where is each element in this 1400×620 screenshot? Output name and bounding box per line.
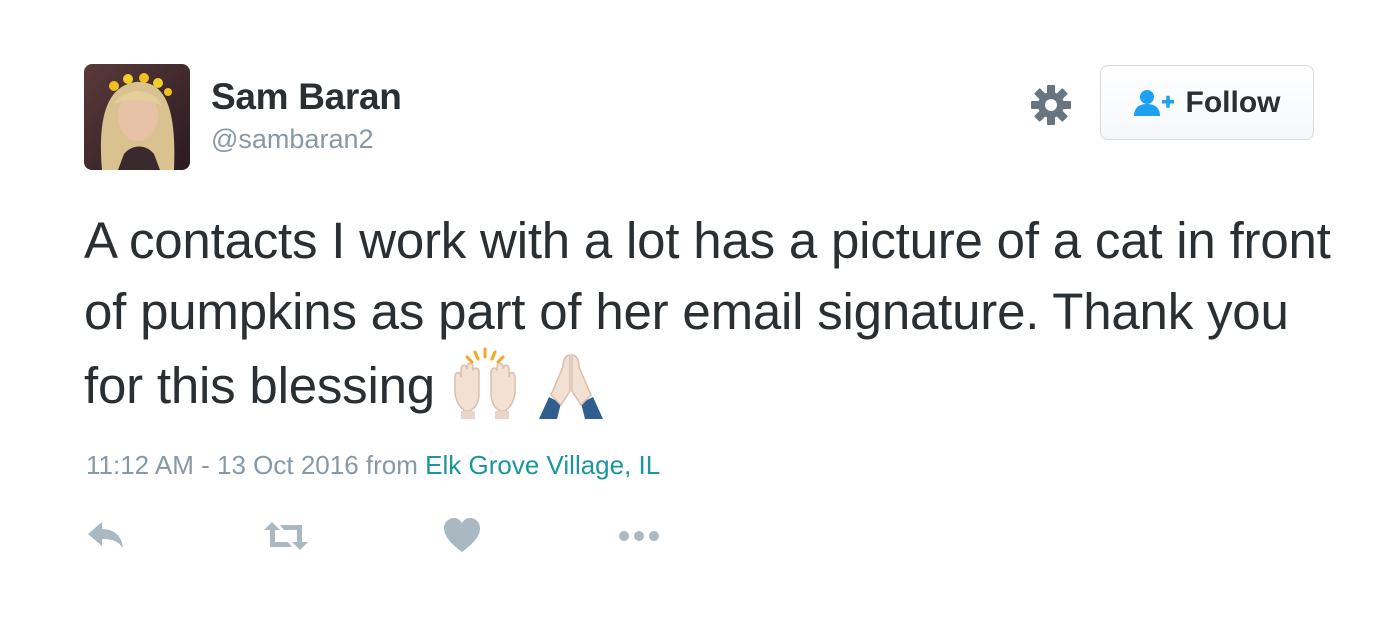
folded-hands-icon (535, 347, 607, 419)
from-label: from (365, 450, 418, 480)
author-name[interactable]: Sam Baran (211, 76, 402, 118)
location-link[interactable]: Elk Grove Village, IL (425, 450, 660, 480)
tweet-body: A contacts I work with a lot has a pictu… (84, 212, 1331, 414)
reply-icon[interactable] (86, 514, 126, 558)
follow-button[interactable]: Follow (1100, 65, 1314, 140)
raising-hands-icon (449, 347, 521, 419)
more-icon[interactable] (616, 514, 662, 558)
author-handle[interactable]: @sambaran2 (211, 124, 374, 155)
avatar-image (84, 64, 190, 170)
tweet-text: A contacts I work with a lot has a pictu… (84, 205, 1334, 421)
gear-icon[interactable] (1030, 84, 1072, 126)
follow-label: Follow (1185, 85, 1281, 119)
retweet-icon[interactable] (262, 514, 310, 558)
avatar[interactable] (84, 64, 190, 170)
like-icon[interactable] (442, 514, 482, 558)
tweet-meta: 11:12 AM - 13 Oct 2016 from Elk Grove Vi… (86, 450, 660, 481)
tweet-timestamp[interactable]: 11:12 AM - 13 Oct 2016 (86, 450, 359, 480)
follow-user-icon (1133, 89, 1178, 117)
